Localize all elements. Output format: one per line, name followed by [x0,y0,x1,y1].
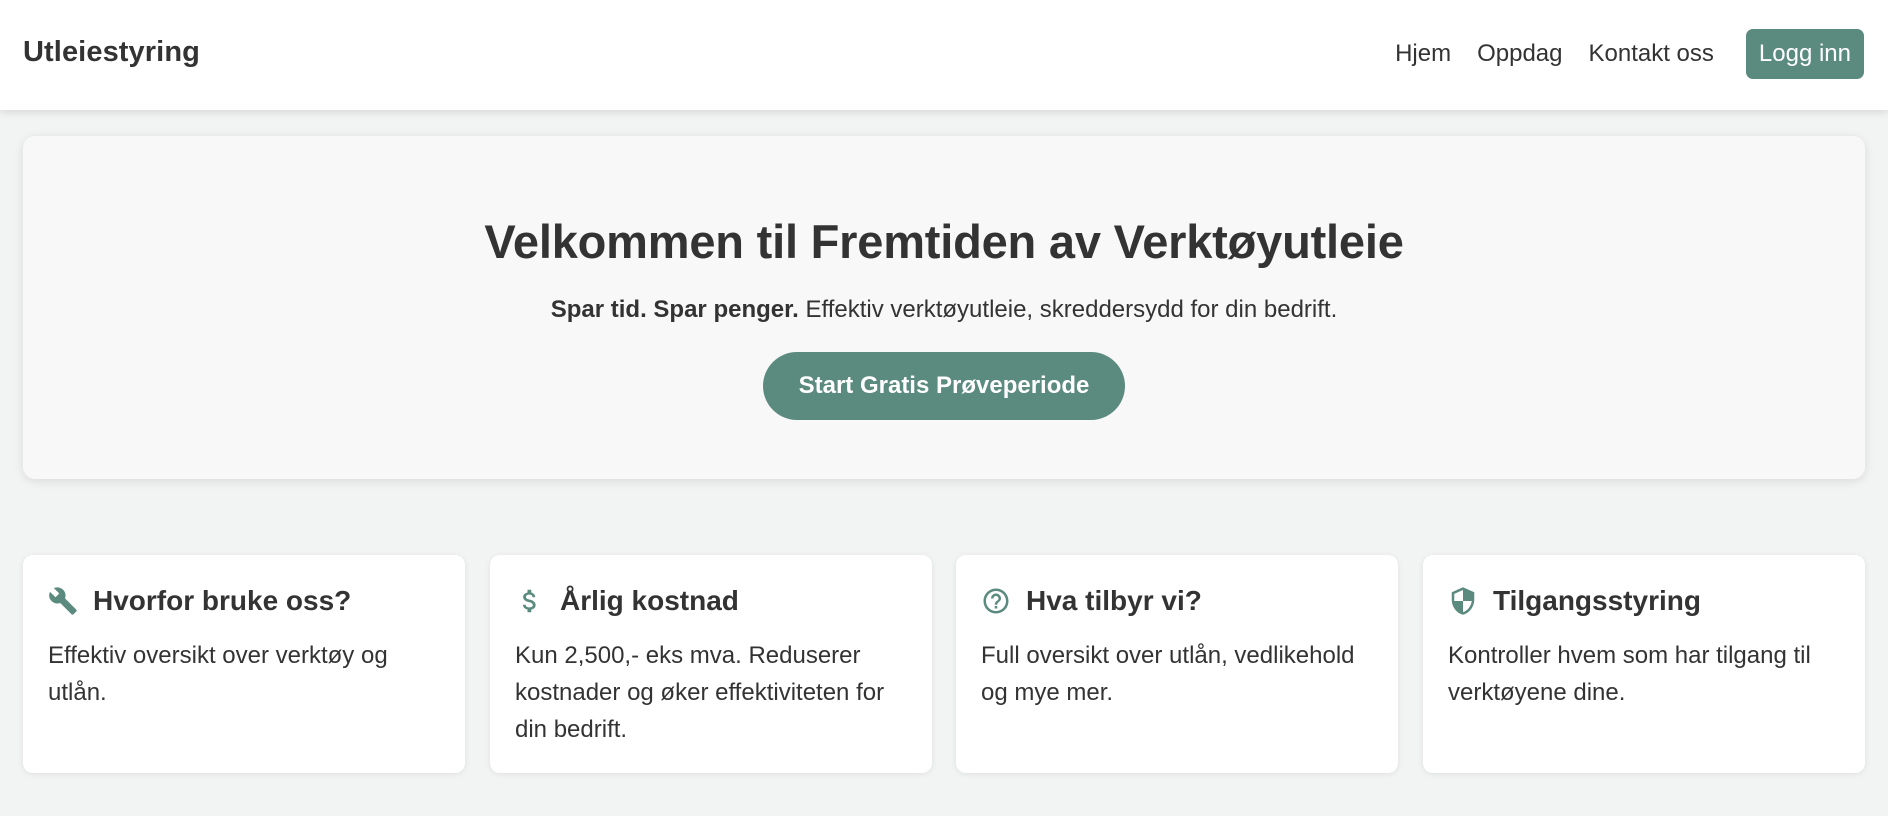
top-navbar: Utleiestyring Hjem Oppdag Kontakt oss Lo… [0,0,1888,110]
feature-card-why-us: Hvorfor bruke oss? Effektiv oversikt ove… [23,555,465,773]
feature-card-header: Årlig kostnad [515,583,907,619]
shield-icon [1448,586,1478,616]
feature-card-header: Hvorfor bruke oss? [48,583,440,619]
feature-card-text: Effektiv oversikt over verktøy og utlån. [48,642,388,706]
hero-subtitle: Spar tid. Spar penger. Effektiv verktøyu… [23,296,1865,324]
feature-card-text: Kun 2,500,- eks mva. Reduserer kostnader… [515,642,885,743]
brand-logo-text[interactable]: Utleiestyring [23,36,200,69]
feature-card-title: Hva tilbyr vi? [1026,585,1202,616]
feature-card-access-control: Tilgangsstyring Kontroller hvem som har … [1423,555,1865,773]
start-free-trial-button[interactable]: Start Gratis Prøveperiode [763,352,1125,420]
feature-card-text: Full oversikt over utlån, vedlikehold og… [981,642,1355,706]
hero-subtitle-strong: Spar tid. Spar penger. [550,296,799,323]
dollar-icon [515,586,545,616]
feature-card-title: Årlig kostnad [560,585,739,616]
feature-card-offerings: Hva tilbyr vi? Full oversikt over utlån,… [956,555,1398,773]
nav-link-home[interactable]: Hjem [1395,40,1451,68]
nav-link-discover[interactable]: Oppdag [1477,40,1562,68]
feature-card-annual-cost: Årlig kostnad Kun 2,500,- eks mva. Redus… [490,555,932,773]
nav-link-contact[interactable]: Kontakt oss [1589,40,1714,68]
hero-subtitle-rest: Effektiv verktøyutleie, skreddersydd for… [798,296,1338,323]
question-circle-icon [981,586,1011,616]
feature-card-header: Tilgangsstyring [1448,583,1840,619]
feature-card-text: Kontroller hvem som har tilgang til verk… [1448,642,1811,706]
hero-title: Velkommen til Fremtiden av Verktøyutleie [484,215,1404,268]
wrench-icon [48,586,78,616]
hero-panel: Velkommen til Fremtiden av Verktøyutleie… [23,136,1865,479]
nav-links: Hjem Oppdag Kontakt oss Logg inn [1395,29,1864,79]
login-button[interactable]: Logg inn [1745,29,1864,79]
feature-card-title: Tilgangsstyring [1493,585,1701,616]
feature-card-title: Hvorfor bruke oss? [93,585,352,616]
feature-card-header: Hva tilbyr vi? [981,583,1373,619]
